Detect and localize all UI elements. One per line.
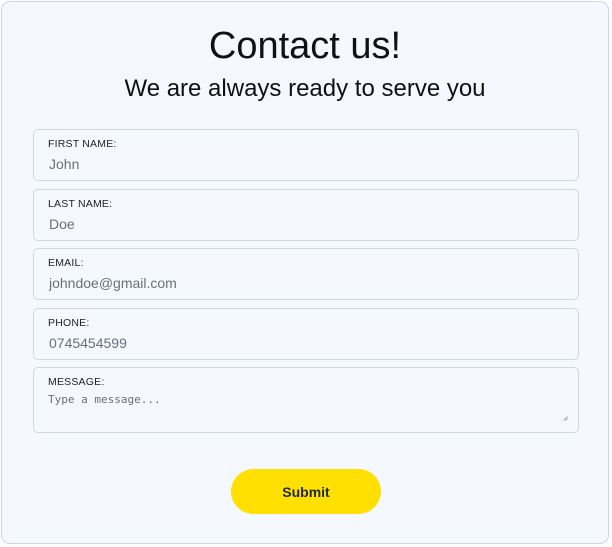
resize-handle-icon[interactable] (563, 416, 568, 421)
email-field[interactable]: EMAIL: (33, 248, 579, 300)
page-subtitle: We are always ready to serve you (124, 75, 486, 102)
submit-button[interactable]: Submit (231, 469, 381, 514)
first-name-field[interactable]: FIRST NAME: (33, 129, 579, 181)
message-textarea[interactable] (48, 393, 564, 423)
phone-field[interactable]: PHONE: (33, 308, 579, 360)
contact-card: Contact us! We are always ready to serve… (1, 1, 609, 544)
phone-label: PHONE: (48, 317, 90, 329)
page-title: Contact us! (208, 25, 402, 67)
message-field[interactable]: MESSAGE: (33, 367, 579, 433)
email-input[interactable] (49, 273, 559, 293)
first-name-label: FIRST NAME: (48, 138, 117, 150)
last-name-input[interactable] (49, 214, 559, 234)
phone-input[interactable] (49, 333, 559, 353)
message-label: MESSAGE: (48, 376, 105, 388)
last-name-field[interactable]: LAST NAME: (33, 189, 579, 241)
first-name-input[interactable] (49, 154, 559, 174)
email-label: EMAIL: (48, 257, 84, 269)
last-name-label: LAST NAME: (48, 198, 113, 210)
